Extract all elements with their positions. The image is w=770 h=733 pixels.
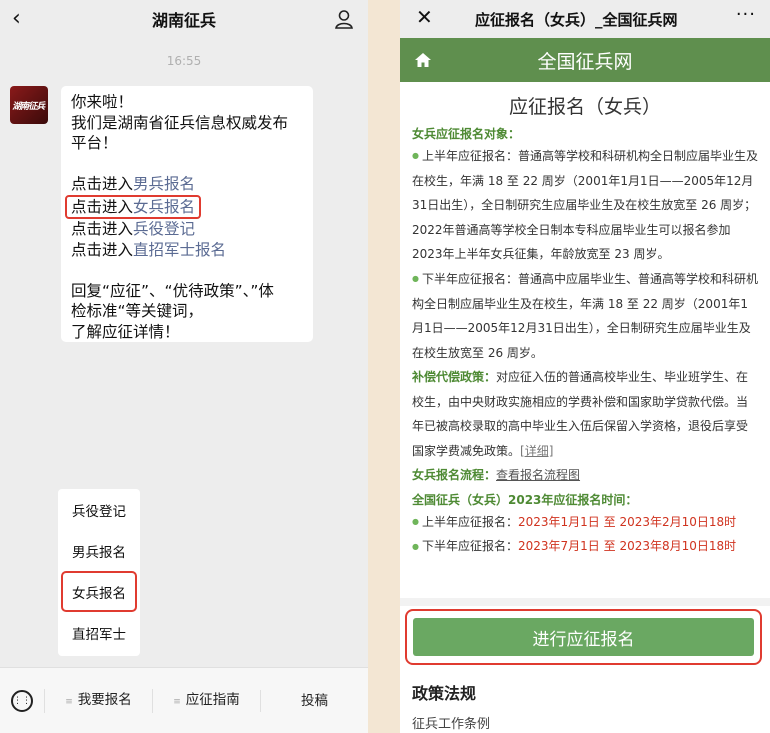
highlight-box: 进行应征报名: [405, 609, 762, 665]
direct-recruit-link[interactable]: 直招军士报名: [133, 241, 226, 259]
service-register-link[interactable]: 兵役登记: [133, 220, 195, 238]
message-line: 点击进入直招军士报名: [71, 240, 227, 259]
section-heading: 全国征兵（女兵）2023年应征报名时间：: [412, 492, 638, 507]
menu-item-male-signup[interactable]: 男兵报名: [58, 530, 140, 571]
message-line: 你来啦！: [71, 93, 134, 111]
female-signup-link[interactable]: 女兵报名: [133, 198, 195, 216]
detail-link[interactable]: [详细]: [520, 444, 553, 458]
site-header: 全国征兵网: [400, 38, 770, 82]
flow-chart-link[interactable]: 查看报名流程图: [496, 468, 580, 482]
apply-button[interactable]: 进行应征报名: [413, 618, 754, 656]
webview-title: 应征报名（女兵）_全国征兵网: [475, 11, 678, 29]
account-avatar[interactable]: 湖南征兵: [10, 86, 48, 124]
keyboard-toggle[interactable]: ⋮⋮: [0, 689, 44, 712]
webview-titlebar: ✕ 应征报名（女兵）_全国征兵网 ···: [400, 0, 770, 38]
signup-time-second: ● 下半年应征报名：2023年7月1日 至 2023年8月10日18时: [412, 539, 737, 554]
signup-time-first: ● 上半年应征报名：2023年1月1日 至 2023年2月10日18时: [412, 514, 737, 529]
tab-submit[interactable]: 投稿: [260, 689, 368, 712]
avatar-logo-text: 湖南征兵: [11, 101, 46, 112]
close-icon[interactable]: ✕: [416, 5, 433, 29]
chat-title: 湖南征兵: [151, 11, 216, 30]
paragraph-flow: 女兵报名流程：查看报名流程图: [412, 468, 581, 482]
section-heading: 女兵应征报名对象：: [412, 127, 521, 141]
policy-link[interactable]: 征兵工作条例: [412, 713, 490, 732]
chat-header: ‹ 湖南征兵: [0, 0, 368, 38]
site-title: 全国征兵网: [537, 50, 633, 73]
message-line: 平台！: [71, 134, 118, 152]
tab-signup[interactable]: ≡ 我要报名: [44, 688, 152, 713]
paragraph-compensation: 补偿代偿政策：对应征入伍的普通高校毕业生、毕业班学生、在校生，由中央财政实施相应…: [412, 370, 749, 458]
welcome-message-bubble: 你来啦！ 我们是湖南省征兵信息权威发布 平台！ 点击进入男兵报名 点击进入女兵报…: [61, 86, 313, 342]
menu-item-direct-recruit[interactable]: 直招军士: [58, 612, 140, 653]
paragraph-second-half: ● 下半年应征报名：普通高中应届毕业生、普通高等学校和科研机构全日制应届毕业生及在…: [412, 271, 758, 360]
menu-item-service-register[interactable]: 兵役登记: [58, 489, 140, 530]
keyboard-icon: ⋮⋮: [11, 689, 33, 712]
message-line: 点击进入男兵报名: [71, 175, 196, 193]
page-title: 应征报名（女兵）: [508, 96, 661, 118]
wechat-chat-screen: ‹ 湖南征兵 16:55 湖南征兵 你来啦！ 我们是湖南省征兵信息权威发布 平台…: [0, 0, 368, 733]
more-icon[interactable]: ···: [736, 4, 756, 25]
bottom-menu-bar: ⋮⋮ ≡ 我要报名 ≡ 应征指南 投稿: [0, 667, 368, 733]
popup-submenu: 兵役登记 男兵报名 女兵报名 直招军士: [58, 489, 140, 656]
paragraph-first-half: ● 上半年应征报名：普通高等学校和科研机构全日制应届毕业生及在校生，年满 18 至…: [412, 149, 758, 262]
highlight-box: 点击进入女兵报名: [65, 194, 202, 219]
male-signup-link[interactable]: 男兵报名: [133, 175, 195, 193]
message-line: 点击进入女兵报名: [65, 194, 303, 219]
policy-heading: 政策法规: [412, 684, 477, 703]
message-timestamp: 16:55: [166, 54, 202, 68]
message-line: 我们是湖南省征兵信息权威发布: [71, 113, 289, 132]
article-content: 应征报名（女兵） 女兵应征报名对象： ● 上半年应征报名：普通高等学校和科研机构全…: [400, 92, 770, 559]
tab-guide[interactable]: ≡ 应征指南: [152, 688, 260, 713]
menu-item-female-signup[interactable]: 女兵报名: [61, 571, 137, 612]
profile-icon[interactable]: [334, 9, 354, 29]
message-line: 了解应征详情！: [71, 322, 180, 341]
message-line: 点击进入兵役登记: [71, 220, 196, 238]
message-line: 检标准“等关键词，: [71, 302, 204, 320]
back-icon[interactable]: ‹: [12, 6, 21, 31]
divider: [400, 598, 770, 606]
message-line: 回复“应征”、“优待政策”、”体: [71, 281, 274, 300]
home-icon[interactable]: [414, 51, 432, 69]
webview-screen: ✕ 应征报名（女兵）_全国征兵网 ··· 全国征兵网 应征报名（女兵） 女兵应征…: [400, 0, 770, 733]
